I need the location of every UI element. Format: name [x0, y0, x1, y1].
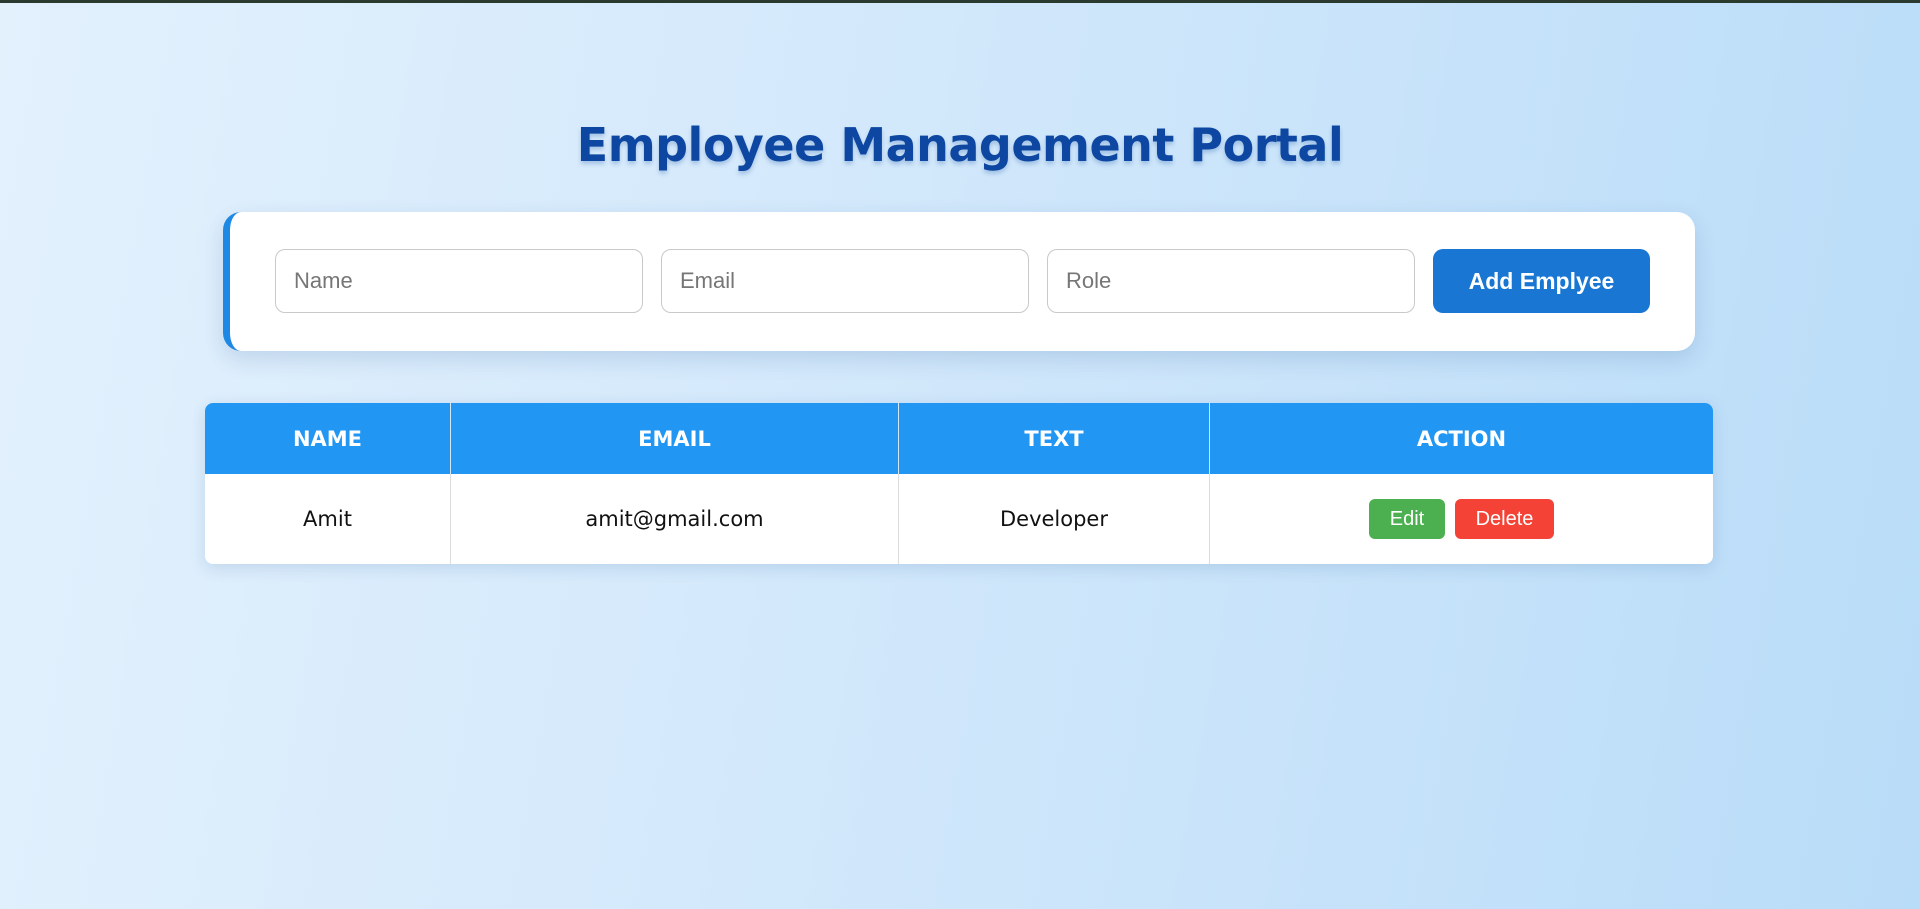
employee-table: NAME EMAIL TEXT ACTION Amit amit@gmail.c…: [205, 403, 1713, 564]
page-title: Employee Management Portal: [576, 118, 1344, 172]
add-employee-button[interactable]: Add Emplyee: [1433, 249, 1650, 313]
delete-button[interactable]: Delete: [1455, 499, 1554, 539]
column-header-name: NAME: [205, 403, 451, 474]
column-header-action: ACTION: [1209, 403, 1713, 474]
edit-button[interactable]: Edit: [1369, 499, 1445, 539]
column-header-text: TEXT: [898, 403, 1210, 474]
cell-name: Amit: [205, 474, 451, 564]
column-header-email: EMAIL: [450, 403, 899, 474]
cell-role: Developer: [898, 474, 1210, 564]
table-header-row: NAME EMAIL TEXT ACTION: [205, 403, 1713, 474]
table-row: Amit amit@gmail.com Developer Edit Delete: [205, 474, 1713, 564]
role-input[interactable]: [1047, 249, 1415, 313]
add-employee-form: Add Emplyee: [223, 212, 1695, 351]
cell-actions: Edit Delete: [1210, 474, 1714, 564]
cell-email: amit@gmail.com: [450, 474, 899, 564]
name-input[interactable]: [275, 249, 643, 313]
email-input[interactable]: [661, 249, 1029, 313]
employee-table-container: NAME EMAIL TEXT ACTION Amit amit@gmail.c…: [205, 403, 1713, 564]
